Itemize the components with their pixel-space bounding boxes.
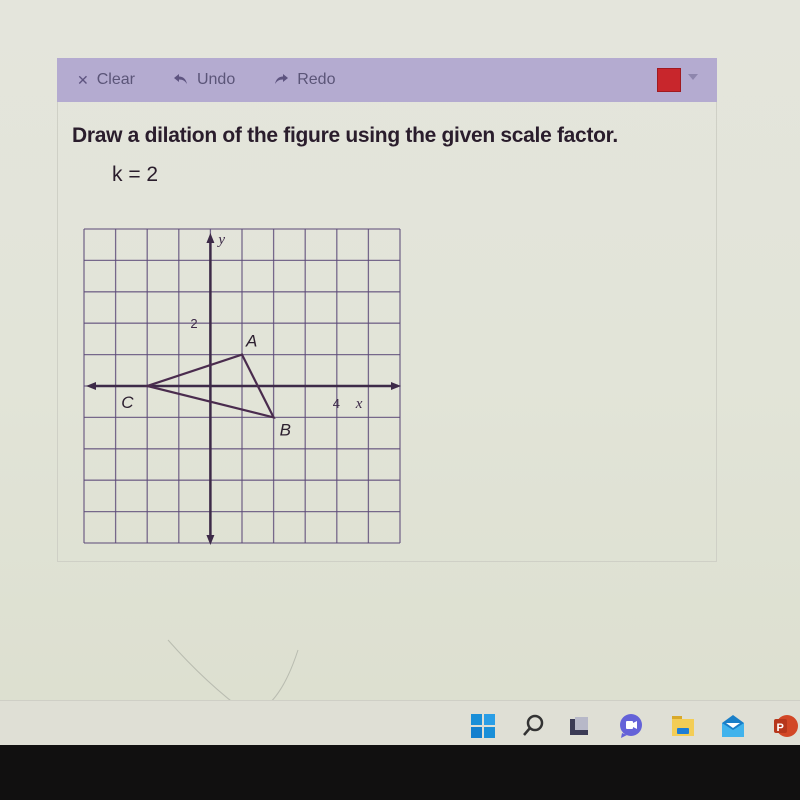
task-view-icon[interactable] <box>566 713 592 739</box>
y-axis-label: y <box>216 232 225 248</box>
y-axis-arrow-up <box>206 233 215 243</box>
coordinate-grid[interactable]: y x 4 2 A B C <box>0 0 800 800</box>
vertex-label-a: A <box>245 332 257 351</box>
svg-text:P: P <box>777 722 784 734</box>
axes: y x 4 2 <box>86 232 401 545</box>
x-tick-label: 4 <box>333 396 340 411</box>
mail-icon[interactable] <box>720 713 746 739</box>
file-explorer-icon[interactable] <box>670 713 696 739</box>
powerpoint-icon[interactable]: P <box>772 713 798 739</box>
monitor-bezel <box>0 745 800 800</box>
x-axis-arrow-left <box>86 382 96 390</box>
search-icon[interactable] <box>520 713 546 739</box>
y-tick-label: 2 <box>190 316 197 331</box>
vertex-label-b: B <box>280 420 291 439</box>
teams-chat-icon[interactable] <box>618 713 644 739</box>
x-axis-label: x <box>355 396 363 412</box>
windows-start-icon[interactable] <box>470 713 496 739</box>
taskbar: P <box>0 700 800 746</box>
vertex-label-c: C <box>121 393 134 412</box>
